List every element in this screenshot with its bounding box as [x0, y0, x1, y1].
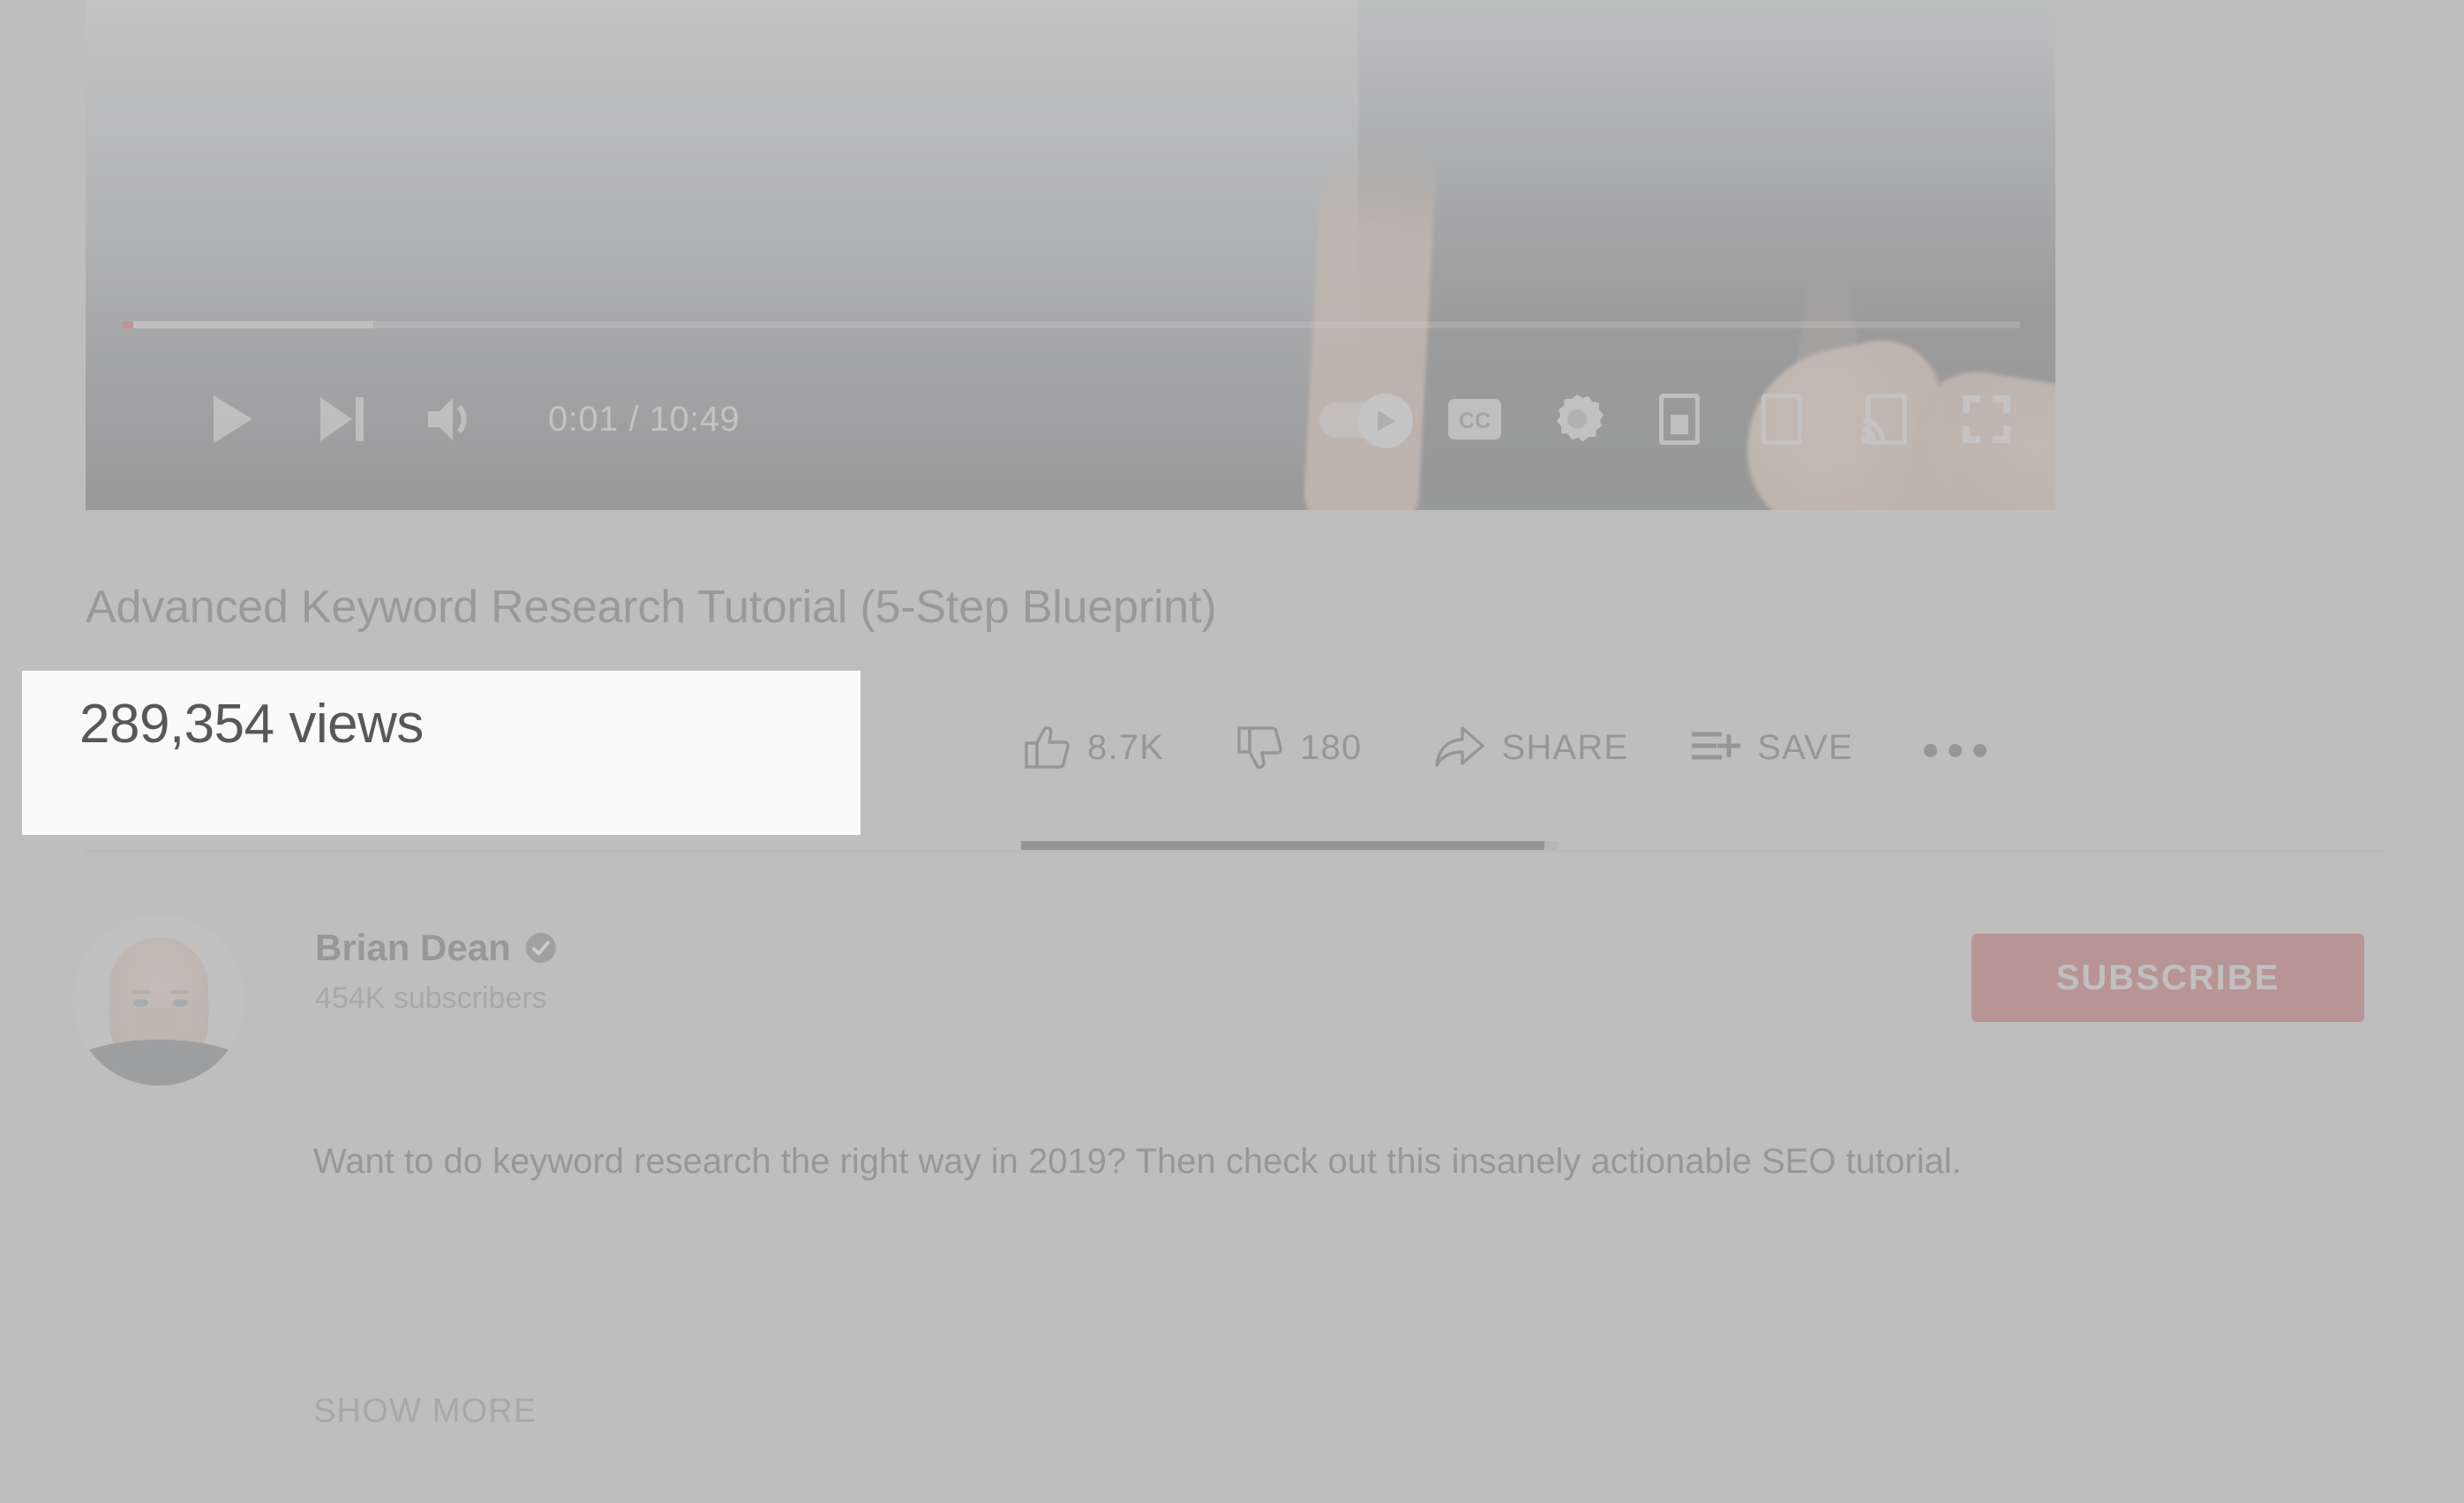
subscriber-count: 454K subscribers — [315, 981, 547, 1015]
like-button[interactable]: 8.7K — [1024, 724, 1164, 771]
highlighted-view-count: 289,354 views — [79, 694, 424, 755]
verified-badge-icon — [525, 932, 557, 964]
save-label: SAVE — [1757, 727, 1853, 767]
avatar-ear-left — [109, 994, 126, 1026]
cast-icon[interactable] — [1852, 387, 1916, 451]
player-controls-left: 0:01 / 10:49 — [200, 371, 740, 468]
miniplayer-icon[interactable] — [1648, 387, 1711, 451]
time-display: 0:01 / 10:49 — [548, 399, 740, 439]
thumbs-up-icon — [1024, 724, 1071, 771]
play-button[interactable] — [200, 387, 264, 451]
avatar-brow-right — [170, 990, 190, 994]
action-bar: 8.7K 180 SHARE SAVE — [1024, 724, 1987, 771]
volume-button[interactable] — [419, 387, 483, 451]
avatar-brow-left — [131, 990, 151, 994]
progress-track — [123, 321, 2020, 328]
share-button[interactable]: SHARE — [1434, 725, 1628, 770]
video-player[interactable]: 0:01 / 10:49 CC — [86, 0, 2055, 510]
dot — [1972, 743, 1987, 757]
more-actions-icon[interactable] — [1923, 739, 1987, 757]
fullscreen-icon[interactable] — [1955, 387, 2018, 451]
save-button[interactable]: SAVE — [1690, 727, 1853, 768]
video-description: Want to do keyword research the right wa… — [313, 1142, 1962, 1181]
svg-text:CC: CC — [1459, 409, 1491, 433]
channel-row: Brian Dean 454K subscribers — [73, 914, 557, 1086]
autoplay-toggle[interactable] — [1319, 394, 1413, 448]
channel-info: Brian Dean 454K subscribers — [315, 914, 557, 1016]
dislike-button[interactable]: 180 — [1236, 724, 1362, 771]
like-count: 8.7K — [1087, 727, 1165, 767]
closed-captions-icon[interactable]: CC — [1443, 387, 1506, 451]
show-more-button[interactable]: SHOW MORE — [313, 1393, 537, 1431]
save-playlist-icon — [1690, 727, 1741, 768]
avatar-shirt — [73, 1040, 244, 1086]
avatar[interactable] — [73, 914, 244, 1086]
avatar-ear-right — [192, 994, 209, 1026]
next-video-button[interactable] — [310, 387, 373, 451]
autoplay-knob — [1358, 394, 1413, 448]
dot — [1948, 743, 1962, 757]
progress-played — [123, 321, 133, 328]
avatar-eye-right — [173, 999, 188, 1007]
subscribe-button[interactable]: SUBSCRIBE — [1972, 934, 2364, 1022]
content-divider — [86, 850, 2384, 853]
channel-name[interactable]: Brian Dean — [315, 927, 511, 969]
theater-mode-icon[interactable] — [1750, 387, 1814, 451]
dot — [1923, 743, 1937, 757]
thumbs-down-icon — [1236, 724, 1284, 771]
avatar-eye-left — [133, 999, 148, 1007]
share-arrow-icon — [1434, 725, 1485, 770]
video-progress-bar[interactable] — [123, 321, 2020, 328]
share-label: SHARE — [1501, 727, 1629, 767]
dislike-count: 180 — [1300, 727, 1363, 767]
player-controls-right: CC — [1319, 371, 2018, 468]
page-title: Advanced Keyword Research Tutorial (5-St… — [86, 582, 1217, 633]
progress-buffered — [123, 321, 373, 328]
channel-name-row: Brian Dean — [315, 927, 557, 969]
settings-gear-icon[interactable] — [1545, 387, 1609, 451]
